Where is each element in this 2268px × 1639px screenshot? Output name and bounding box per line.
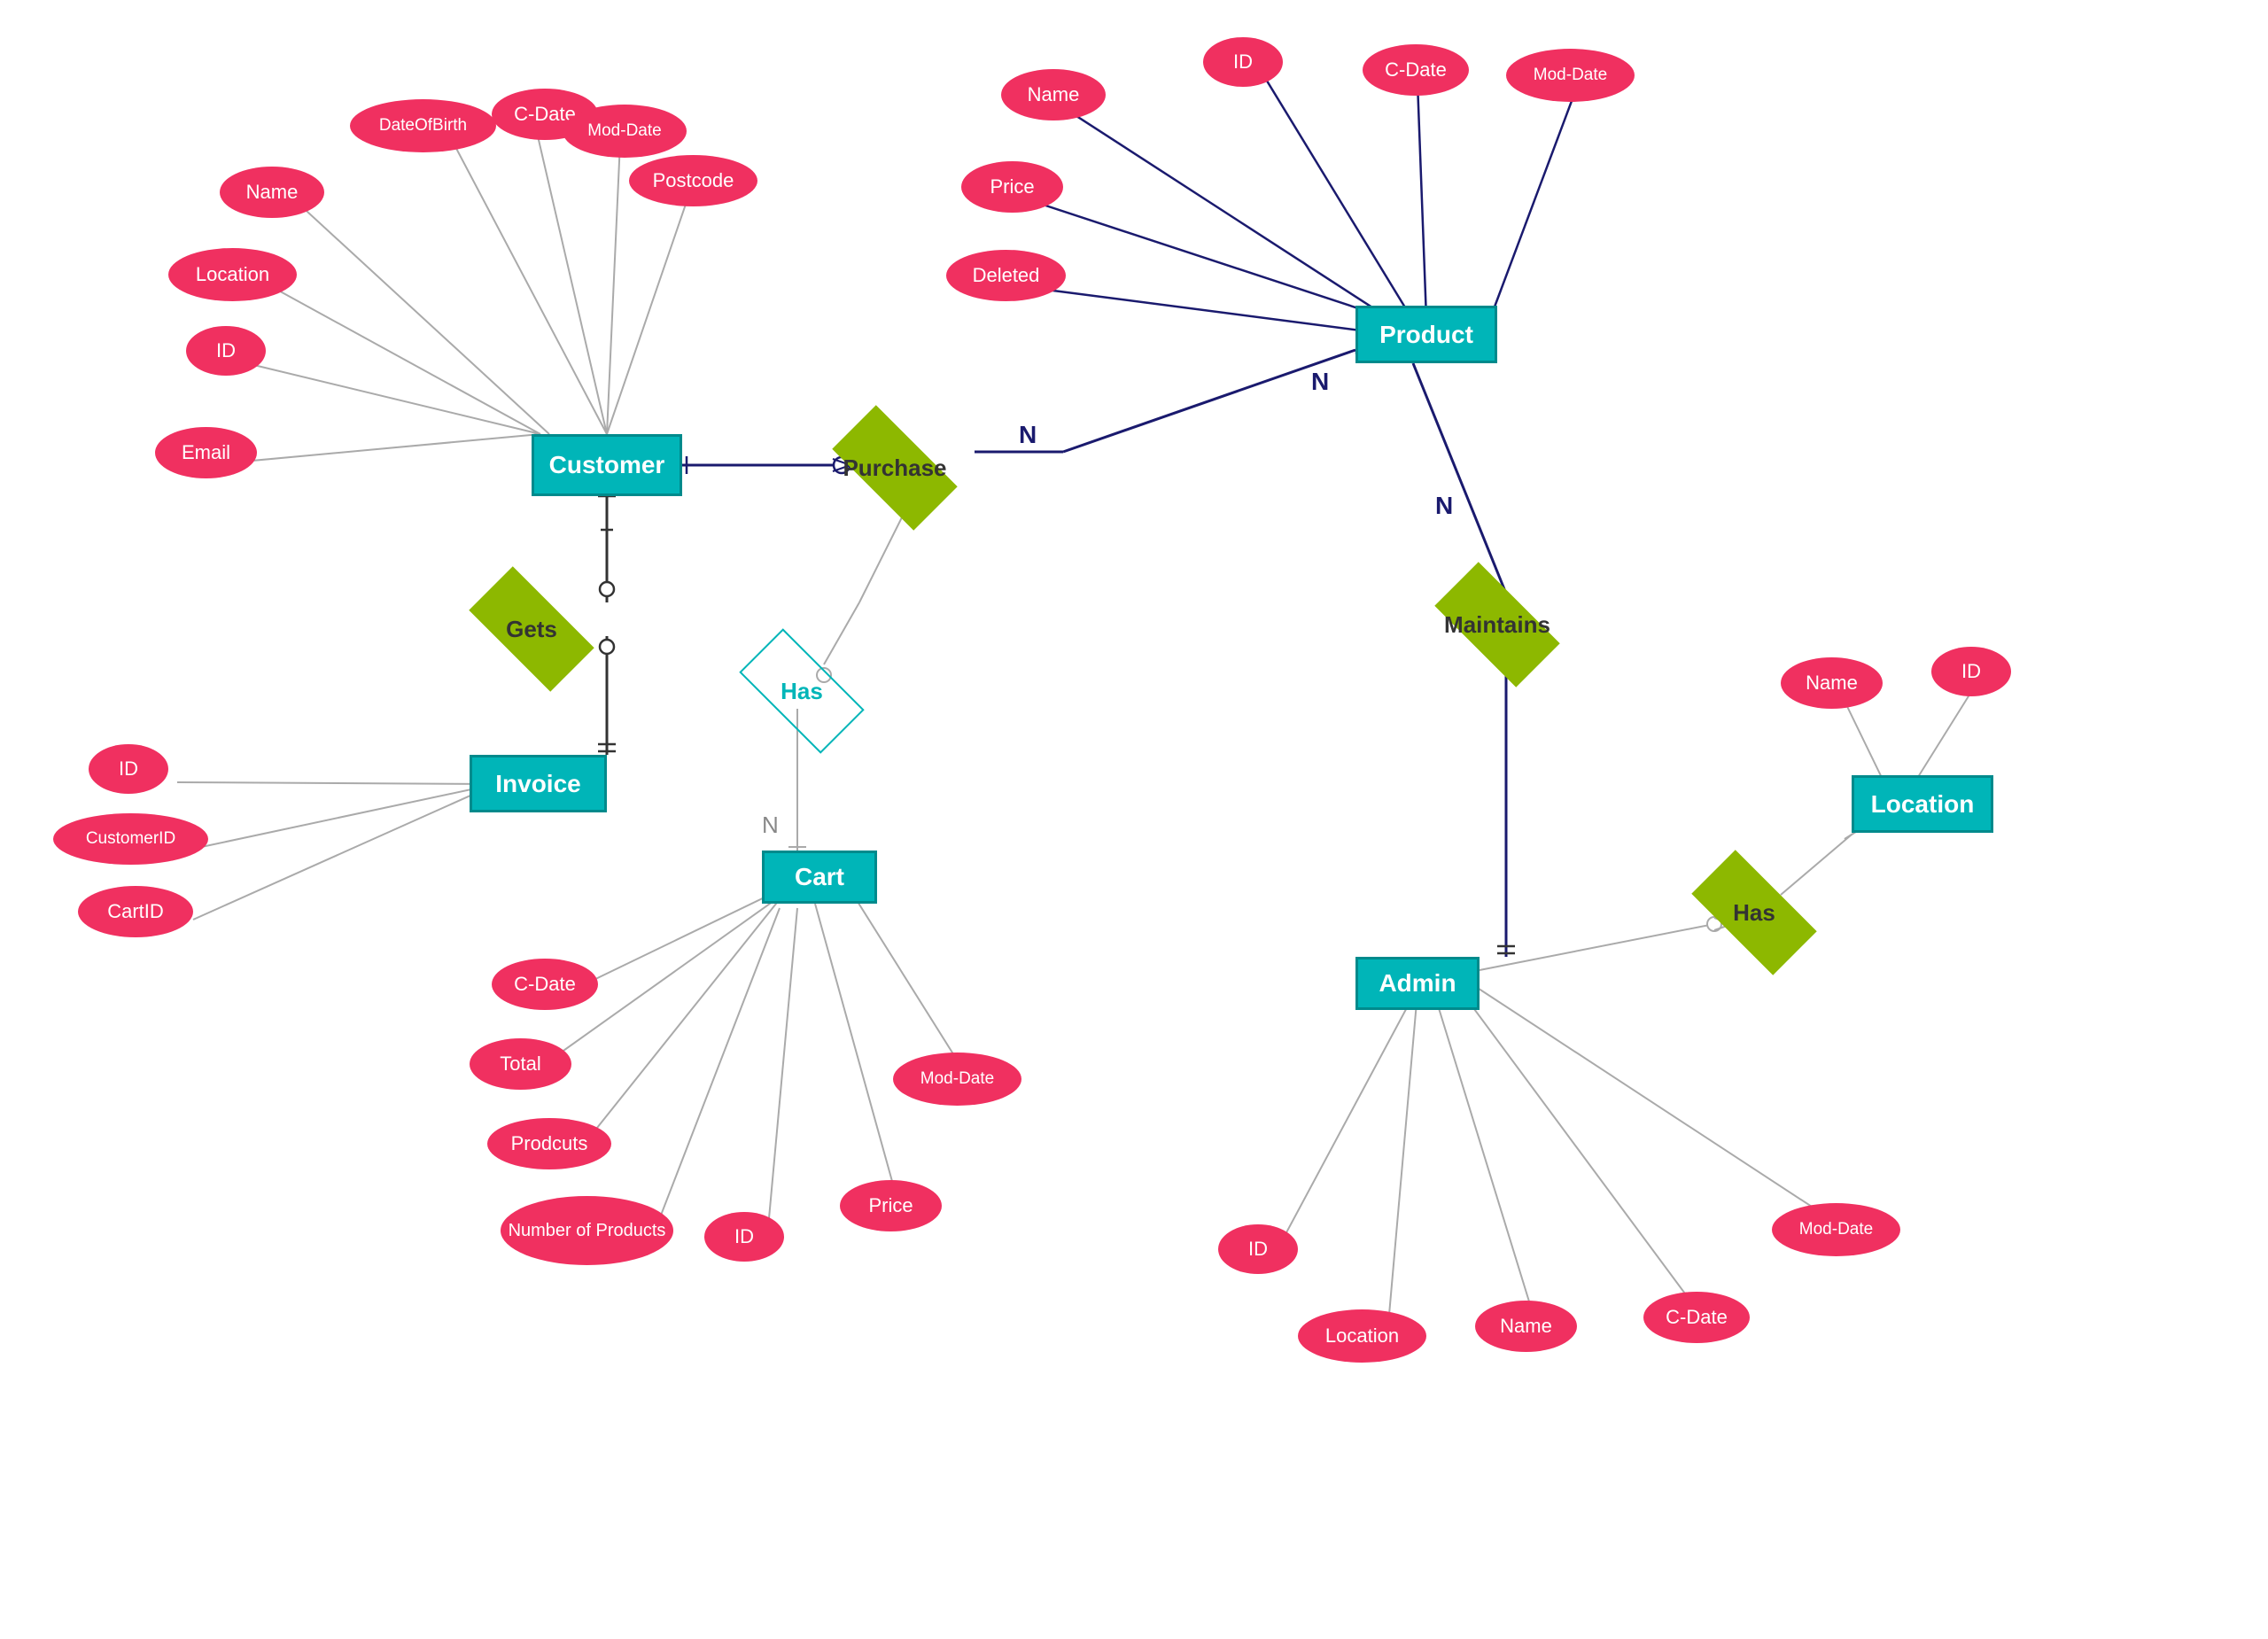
location-entity: Location — [1852, 775, 1993, 833]
cart-entity: Cart — [762, 851, 877, 904]
admin-entity: Admin — [1355, 957, 1480, 1010]
cust-dob-ellipse: DateOfBirth — [350, 99, 496, 152]
prod-deleted-ellipse: Deleted — [946, 250, 1066, 301]
inv-id-ellipse: ID — [89, 744, 168, 794]
has-location-diamond: Has — [1679, 873, 1829, 952]
admin-cdate-ellipse: C-Date — [1643, 1292, 1750, 1343]
cart-price-ellipse: Price — [840, 1180, 942, 1231]
cart-id-ellipse: ID — [704, 1212, 784, 1262]
cust-name-ellipse: Name — [220, 167, 324, 218]
cart-moddate-ellipse: Mod-Date — [893, 1053, 1021, 1106]
cart-prodcuts-ellipse: Prodcuts — [487, 1118, 611, 1169]
has-cart-diamond: Has — [726, 651, 877, 731]
prod-name-ellipse: Name — [1001, 69, 1106, 120]
cust-moddate-ellipse: Mod-Date — [563, 105, 687, 158]
prod-id-ellipse: ID — [1203, 37, 1283, 87]
svg-text:N: N — [762, 812, 779, 838]
invoice-entity: Invoice — [470, 755, 607, 812]
svg-text:N: N — [1311, 368, 1329, 395]
cart-cdate-ellipse: C-Date — [492, 959, 598, 1010]
admin-location-ellipse: Location — [1298, 1309, 1426, 1363]
maintains-diamond: Maintains — [1409, 580, 1586, 669]
cart-numprods-ellipse: Number of Products — [501, 1196, 673, 1265]
prod-moddate-ellipse: Mod-Date — [1506, 49, 1635, 102]
customer-entity: Customer — [532, 434, 682, 496]
product-entity: Product — [1355, 306, 1497, 363]
prod-cdate-ellipse: C-Date — [1363, 44, 1469, 96]
svg-text:N: N — [1019, 421, 1037, 448]
cust-location-ellipse: Location — [168, 248, 297, 301]
admin-name-ellipse: Name — [1475, 1301, 1577, 1352]
prod-price-ellipse: Price — [961, 161, 1063, 213]
inv-cartid-ellipse: CartID — [78, 886, 193, 937]
loc-name-ellipse: Name — [1781, 657, 1883, 709]
cust-postcode-ellipse: Postcode — [629, 155, 757, 206]
cust-email-ellipse: Email — [155, 427, 257, 478]
inv-custid-ellipse: CustomerID — [53, 813, 208, 865]
purchase-diamond: Purchase — [806, 423, 983, 512]
gets-diamond: Gets — [456, 589, 607, 669]
svg-text:N: N — [1435, 492, 1453, 519]
admin-id-cart-ellipse: ID — [1218, 1224, 1298, 1274]
cart-total-ellipse: Total — [470, 1038, 571, 1090]
loc-id-ellipse: ID — [1931, 647, 2011, 696]
cust-id-ellipse: ID — [186, 326, 266, 376]
admin-moddate-ellipse: Mod-Date — [1772, 1203, 1900, 1256]
